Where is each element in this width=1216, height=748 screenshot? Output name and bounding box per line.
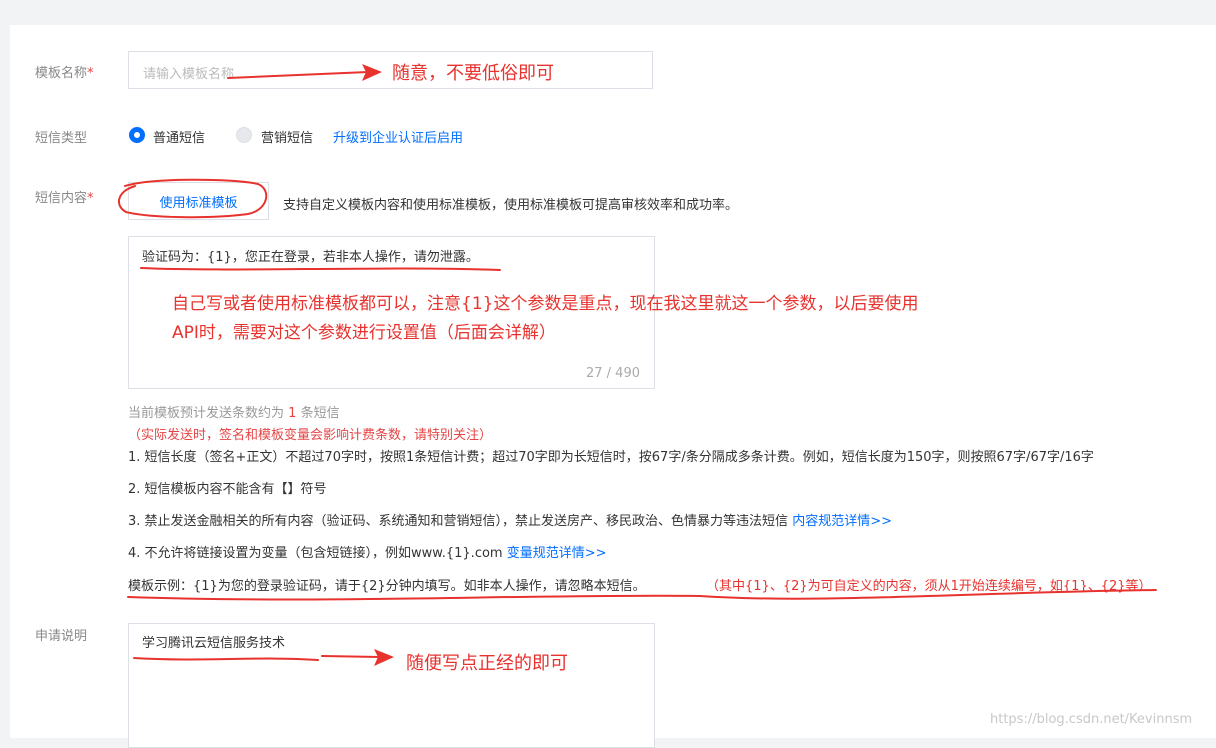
rule-3: 3. 禁止发送金融相关的所有内容（验证码、系统通知和营销短信），禁止发送房产、移… [128, 514, 892, 529]
radio-marketing-sms[interactable] [236, 127, 252, 143]
use-standard-template-button[interactable]: 使用标准模板 [128, 182, 269, 220]
upgrade-enterprise-link[interactable]: 升级到企业认证后启用 [333, 127, 463, 146]
content-rules-link[interactable]: 内容规范详情>> [792, 514, 892, 529]
application-note-textarea[interactable]: 学习腾讯云短信服务技术 [128, 623, 655, 748]
application-note-annotation: 随便写点正经的即可 [406, 653, 568, 674]
application-note-value: 学习腾讯云短信服务技术 [142, 636, 286, 651]
template-name-placeholder: 请输入模板名称 [143, 67, 235, 82]
sms-type-label: 短信类型 [35, 131, 88, 146]
watermark: https://blog.csdn.net/Kevinnsm [990, 712, 1193, 727]
estimate-text: 当前模板预计发送条数约为 1 条短信 [128, 406, 340, 421]
radio-normal-sms-label[interactable]: 普通短信 [153, 127, 205, 146]
rule-1: 1. 短信长度（签名+正文）不超过70字时，按照1条短信计费；超过70字即为长短… [128, 450, 1094, 465]
radio-marketing-sms-label[interactable]: 营销短信 [261, 127, 313, 146]
sms-content-hint: 支持自定义模板内容和使用标准模板，使用标准模板可提高审核效率和成功率。 [283, 198, 739, 213]
template-name-input[interactable]: 请输入模板名称 [128, 51, 653, 89]
template-example: 模板示例：{1}为您的登录验证码，请于{2}分钟内填写。如非本人操作，请忽略本短… [128, 579, 646, 594]
sms-content-annotation-line1: 自己写或者使用标准模板都可以，注意{1}这个参数是重点，现在我这里就这一个参数，… [172, 294, 919, 314]
variable-rules-link[interactable]: 变量规范详情>> [507, 546, 607, 561]
billing-warning: （实际发送时，签名和模板变量会影响计费条数，请特别关注） [128, 428, 493, 443]
rule-4: 4. 不允许将链接设置为变量（包含短链接），例如www.{1}.com 变量规范… [128, 546, 607, 561]
sms-content-annotation-line2: API时，需要对这个参数进行设置值（后面会详解） [172, 323, 556, 343]
radio-normal-sms[interactable] [129, 127, 145, 143]
char-count: 27 / 490 [586, 366, 640, 381]
template-example-note: （其中{1}、{2}为可自定义的内容，须从1开始连续编号，如{1}、{2}等） [706, 579, 1152, 594]
template-name-annotation: 随意，不要低俗即可 [392, 63, 554, 84]
template-name-label: 模板名称* [35, 66, 94, 81]
sms-content-label: 短信内容* [35, 191, 94, 206]
application-note-label: 申请说明 [35, 629, 88, 644]
rule-2: 2. 短信模板内容不能含有【】符号 [128, 482, 327, 497]
sms-content-value: 验证码为：{1}，您正在登录，若非本人操作，请勿泄露。 [142, 250, 479, 265]
